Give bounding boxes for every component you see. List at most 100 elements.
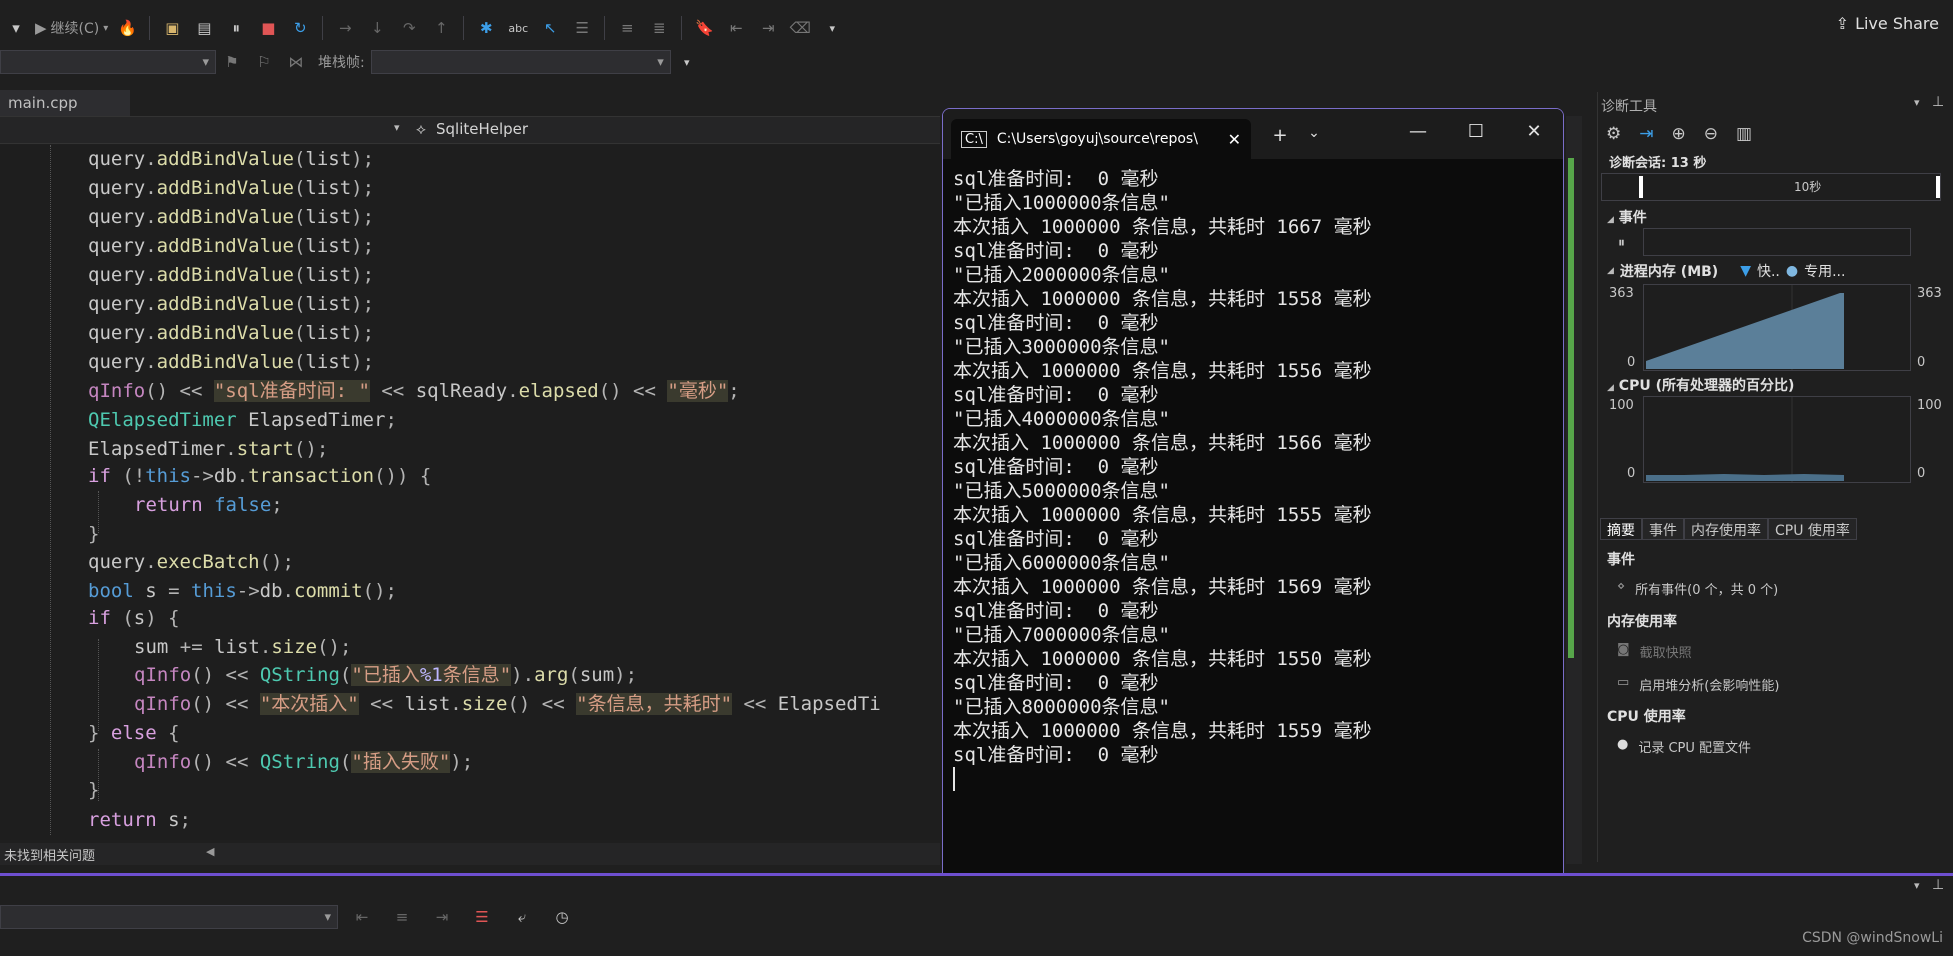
clear-bookmarks-icon[interactable]: ⌫ <box>787 13 813 43</box>
step-out-icon[interactable]: ↑ <box>428 13 454 43</box>
chevron-down-icon: ▾ <box>202 54 209 70</box>
threads-icon[interactable]: ☰ <box>569 13 595 43</box>
show-next-statement-icon[interactable]: → <box>332 13 358 43</box>
code-line: } else { <box>88 722 180 744</box>
console-line: sql准备时间: 0 毫秒 <box>953 384 1159 406</box>
thread-filter-icon[interactable]: ⚐ <box>251 47 277 77</box>
zoom-in-icon[interactable]: ⊕ <box>1672 124 1686 144</box>
flag-icon[interactable]: ⚑ <box>219 47 245 77</box>
clear-all-icon[interactable]: ☰ <box>469 902 495 932</box>
timeline-start-handle[interactable] <box>1639 176 1643 198</box>
uncomment-icon[interactable]: ≣ <box>646 13 672 43</box>
tab-summary[interactable]: 摘要 <box>1600 518 1642 540</box>
collapse-icon[interactable]: ◢ <box>1607 266 1614 276</box>
timeline-ruler[interactable]: 10秒 <box>1601 173 1941 201</box>
console-line: sql准备时间: 0 毫秒 <box>953 744 1159 766</box>
word-wrap-icon[interactable]: ⤶ <box>509 902 535 932</box>
next-bookmark-icon[interactable]: ⇥ <box>755 13 781 43</box>
console-window[interactable]: C:\ C:\Users\goyuj\source\repos\ ✕ + ⌄ —… <box>942 108 1564 888</box>
memory-chart[interactable] <box>1643 284 1911 371</box>
watermark: CSDN @windSnowLi <box>1802 930 1943 946</box>
dropdown-arrow-icon[interactable]: ▾ <box>3 13 29 43</box>
settings-icon[interactable]: ⚙ <box>1606 124 1621 144</box>
chevron-down-icon[interactable]: ▾ <box>1914 879 1920 892</box>
process-combo[interactable]: ▾ <box>0 50 216 74</box>
code-line: bool s = this->db.commit(); <box>88 580 397 602</box>
maximize-icon[interactable]: ☐ <box>1461 121 1491 142</box>
collapse-icon[interactable]: ◢ <box>1607 215 1614 225</box>
prev-message-icon[interactable]: ⇤ <box>349 902 375 932</box>
code-line: QElapsedTimer ElapsedTimer; <box>88 409 397 431</box>
summary-events-heading: 事件 <box>1607 552 1635 568</box>
restart-icon[interactable]: ↻ <box>287 13 313 43</box>
separator <box>681 16 683 40</box>
code-editor[interactable]: query.addBindValue(list); query.addBindV… <box>0 145 940 840</box>
tab-memory-usage[interactable]: 内存使用率 <box>1684 518 1768 540</box>
hot-reload-icon[interactable]: 🔥 <box>114 13 140 43</box>
prev-bookmark-icon[interactable]: ⇤ <box>723 13 749 43</box>
all-events-link[interactable]: ⋄ 所有事件(0 个，共 0 个) <box>1617 579 1778 598</box>
console-tab[interactable]: C:\ C:\Users\goyuj\source\repos\ ✕ <box>951 119 1251 159</box>
chevron-down-icon: ▾ <box>103 22 109 34</box>
snapshot-marker-icon: ▼ <box>1740 263 1751 279</box>
pin-icon[interactable]: ⊥ <box>1932 877 1944 893</box>
tab-main-cpp[interactable]: main.cpp <box>0 90 130 116</box>
stop-icon[interactable]: ■ <box>255 13 281 43</box>
separator <box>463 16 465 40</box>
code-line: query.addBindValue(list); <box>88 206 375 228</box>
play-icon: ▶ <box>35 19 47 37</box>
heap-profiling-button[interactable]: ▭ 启用堆分析(会影响性能) <box>1617 675 1779 694</box>
tab-dropdown-icon[interactable]: ⌄ <box>1299 125 1329 141</box>
continue-button[interactable]: ▶ 继续(C) ▾ <box>35 13 108 43</box>
chevron-down-icon[interactable]: ▾ <box>394 121 400 134</box>
next-message2-icon[interactable]: ⇥ <box>429 902 455 932</box>
tab-cpu-usage[interactable]: CPU 使用率 <box>1768 518 1857 540</box>
code-line: return s; <box>88 809 191 831</box>
console-line: 本次插入 1000000 条信息，共耗时 1667 毫秒 <box>953 216 1372 238</box>
take-snapshot-button[interactable]: ◙ 截取快照 <box>1617 642 1692 661</box>
comment-icon[interactable]: ≡ <box>614 13 640 43</box>
pin-icon[interactable]: ⊥ <box>1932 94 1944 110</box>
zoom-out-icon[interactable]: ⊖ <box>1704 124 1718 144</box>
folder-icon[interactable]: ▣ <box>159 13 185 43</box>
tab-events[interactable]: 事件 <box>1642 518 1684 540</box>
output-source-combo[interactable]: ▾ <box>0 905 338 929</box>
expand-icon[interactable]: ⋈ <box>283 47 309 77</box>
record-cpu-button[interactable]: ● 记录 CPU 配置文件 <box>1617 737 1751 756</box>
step-over-icon[interactable]: ↷ <box>396 13 422 43</box>
collapse-icon[interactable]: ◢ <box>1607 383 1614 393</box>
cpu-chart[interactable] <box>1643 396 1911 483</box>
code-line: query.addBindValue(list); <box>88 293 375 315</box>
session-label: 诊断会话: 13 秒 <box>1609 156 1707 171</box>
chevron-down-icon[interactable]: ▾ <box>1914 96 1920 109</box>
timeline-end-handle[interactable] <box>1936 176 1940 198</box>
live-share-button[interactable]: ⇪ Live Share <box>1836 14 1939 33</box>
close-tab-icon[interactable]: ✕ <box>1228 130 1241 149</box>
new-tab-icon[interactable]: + <box>1265 125 1295 146</box>
scroll-left-icon[interactable]: ◀ <box>206 845 214 858</box>
pause-icon[interactable]: ⏸ <box>1618 235 1625 251</box>
scope-selector[interactable]: SqliteHelper <box>436 120 528 138</box>
spellcheck-icon[interactable]: abc <box>505 13 531 43</box>
cursor-select-icon[interactable]: ↖ <box>537 13 563 43</box>
console-line: 本次插入 1000000 条信息，共耗时 1550 毫秒 <box>953 648 1372 670</box>
overflow-icon[interactable]: ▾ <box>674 47 700 77</box>
clock-icon[interactable]: ◷ <box>549 902 575 932</box>
share-icon: ⇪ <box>1835 14 1850 33</box>
step-into-icon[interactable]: ↓ <box>364 13 390 43</box>
overflow-icon[interactable]: ▾ <box>819 13 845 43</box>
memory-min-left: 0 <box>1627 355 1636 370</box>
code-line: ElapsedTimer.start(); <box>88 438 329 460</box>
memory-max-right: 363 <box>1917 286 1942 301</box>
window-layout-icon[interactable]: ▤ <box>191 13 217 43</box>
close-window-icon[interactable]: ✕ <box>1519 121 1549 142</box>
bookmark-icon[interactable]: 🔖 <box>691 13 717 43</box>
pause-icon[interactable]: ⏸ <box>223 13 249 43</box>
code-line: sum += list.size(); <box>134 636 352 658</box>
next-message-icon[interactable]: ≡ <box>389 902 415 932</box>
hex-display-icon[interactable]: ✱ <box>473 13 499 43</box>
stack-frame-combo[interactable]: ▾ <box>370 50 671 74</box>
minimize-icon[interactable]: — <box>1403 121 1433 142</box>
reset-zoom-icon[interactable]: ▥ <box>1736 124 1752 144</box>
export-icon[interactable]: ⇥ <box>1639 124 1653 144</box>
